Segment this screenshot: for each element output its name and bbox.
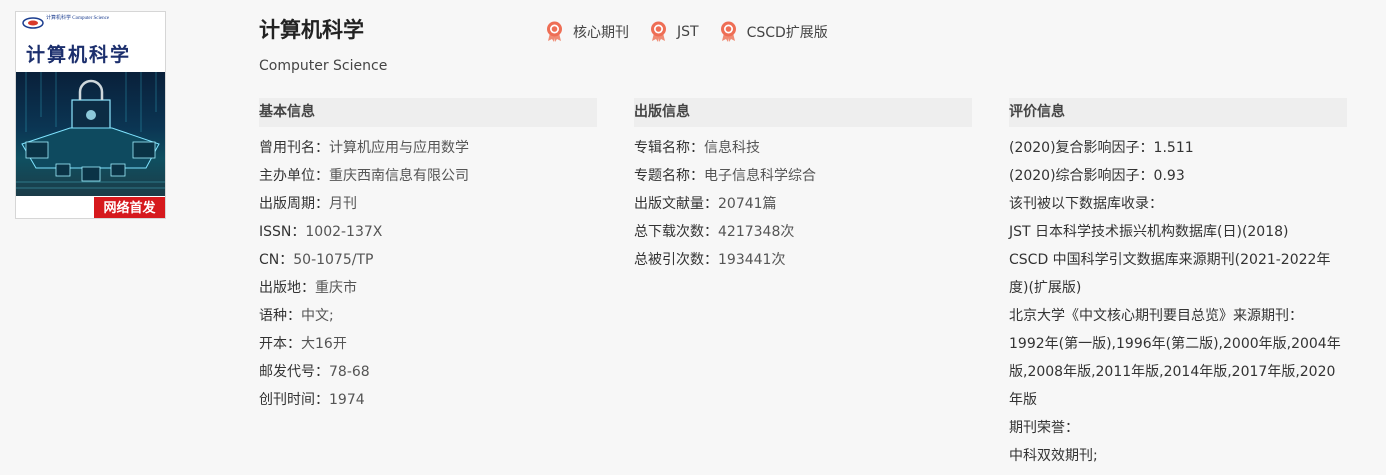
- info-row: 出版文献量：20741篇: [634, 196, 777, 212]
- honors-value: 中科双效期刊;: [1009, 448, 1098, 464]
- evaluation-info-section: 评价信息 (2020)复合影响因子：1.511 (2020)综合影响因子：0.9…: [1009, 98, 1347, 470]
- award-ribbon-icon: [720, 21, 736, 42]
- impact-factor-composite: (2020)复合影响因子：1.511: [1009, 140, 1194, 156]
- tag-jst: JST: [649, 21, 699, 42]
- database-cscd: CSCD 中国科学引文数据库来源期刊(2021-2022年度)(扩展版): [1009, 252, 1331, 296]
- info-row: ISSN：1002-137X: [259, 224, 383, 240]
- tag-label: 核心期刊: [573, 24, 629, 41]
- pku-core-label: 北京大学《中文核心期刊要目总览》来源期刊：: [1009, 308, 1303, 324]
- award-ribbon-icon: [547, 21, 562, 42]
- info-row: 开本：大16开: [259, 336, 347, 352]
- database-jst: JST 日本科学技术振兴机构数据库(日)(2018): [1009, 224, 1289, 240]
- honors-label: 期刊荣誉：: [1009, 420, 1079, 436]
- cover-title: 计算机科学: [26, 44, 132, 66]
- journal-title: 计算机科学: [259, 18, 364, 42]
- online-first-badge: 网络首发: [93, 196, 165, 218]
- info-row: 出版周期：月刊: [259, 196, 357, 212]
- tag-label: CSCD扩展版: [746, 24, 828, 41]
- cover-logo-icon: [22, 17, 44, 29]
- info-row: 邮发代号：78-68: [259, 364, 370, 380]
- cover-artwork: [16, 72, 165, 196]
- journal-tags: 核心期刊 JST CSCD扩展版: [545, 21, 848, 42]
- cover-artwork-graphic: [16, 72, 165, 189]
- pku-core-editions: 1992年(第一版),1996年(第二版),2000年版,2004年版,2008…: [1009, 336, 1341, 408]
- award-ribbon-icon: [651, 21, 666, 42]
- info-row: 语种：中文;: [259, 308, 334, 324]
- info-row: 曾用刊名：计算机应用与应用数学: [259, 140, 469, 156]
- tag-cscd: CSCD扩展版: [719, 21, 828, 42]
- tag-label: JST: [677, 23, 699, 40]
- section-heading: 评价信息: [1009, 98, 1347, 127]
- basic-info-section: 基本信息 曾用刊名：计算机应用与应用数学 主办单位：重庆西南信息有限公司 出版周…: [259, 98, 597, 414]
- tag-core-journal: 核心期刊: [545, 21, 629, 42]
- info-row: 出版地：重庆市: [259, 280, 357, 296]
- impact-factor-comprehensive: (2020)综合影响因子：0.93: [1009, 168, 1185, 184]
- journal-english-title: Computer Science: [259, 58, 388, 74]
- publish-info-section: 出版信息 专辑名称：信息科技 专题名称：电子信息科学综合 出版文献量：20741…: [634, 98, 972, 274]
- journal-cover[interactable]: 计算机科学 Computer Science 计算机科学 网络首发: [15, 11, 166, 219]
- section-heading: 出版信息: [634, 98, 972, 127]
- info-row: 主办单位：重庆西南信息有限公司: [259, 168, 469, 184]
- info-row: 总被引次数：193441次: [634, 252, 786, 268]
- indexed-databases-label: 该刊被以下数据库收录：: [1009, 196, 1163, 212]
- info-row: 专辑名称：信息科技: [634, 140, 760, 156]
- info-row: 创刊时间：1974: [259, 392, 365, 408]
- section-heading: 基本信息: [259, 98, 597, 127]
- cover-logo-text: 计算机科学 Computer Science: [46, 16, 110, 21]
- info-row: 总下载次数：4217348次: [634, 224, 795, 240]
- info-row: 专题名称：电子信息科学综合: [634, 168, 816, 184]
- info-row: CN：50-1075/TP: [259, 252, 374, 268]
- cover-header: 计算机科学 Computer Science 计算机科学: [16, 12, 165, 72]
